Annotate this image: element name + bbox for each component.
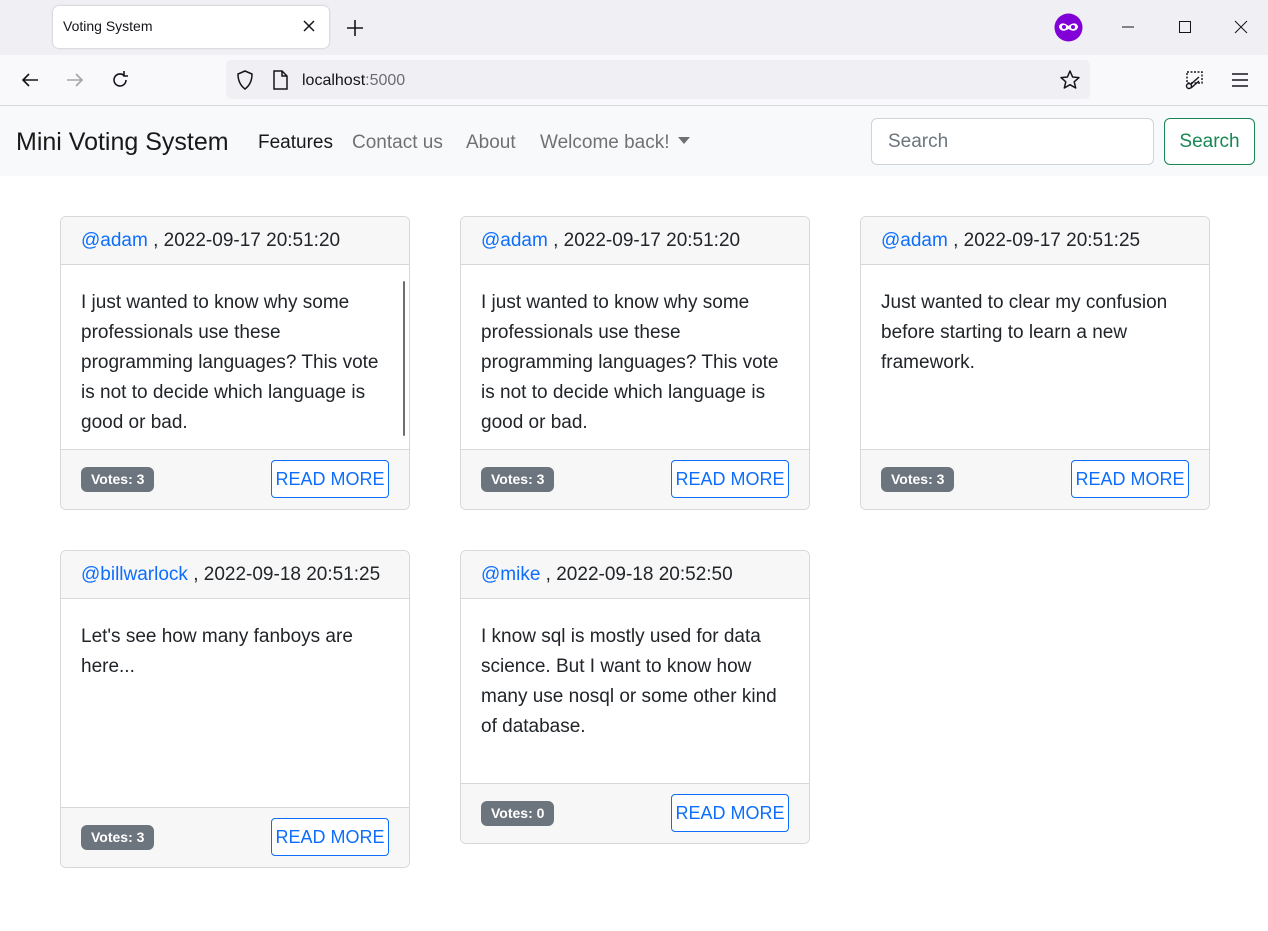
card-header: @mike , 2022-09-18 20:52:50 xyxy=(461,551,809,599)
reload-icon[interactable] xyxy=(109,69,131,91)
browser-toolbar: localhost:5000 xyxy=(0,55,1268,106)
card-footer: Votes: 0 READ MORE xyxy=(461,783,809,843)
poll-description: Let's see how many fanboys are here... xyxy=(81,626,353,677)
url-text[interactable]: localhost:5000 xyxy=(302,72,405,90)
tab-title: Voting System xyxy=(63,18,153,34)
poll-description: I just wanted to know why some professio… xyxy=(481,292,779,433)
votes-badge: Votes: 3 xyxy=(881,467,955,492)
card-footer: Votes: 3 READ MORE xyxy=(61,807,409,867)
poll-card: @mike , 2022-09-18 20:52:50 I know sql i… xyxy=(460,550,810,844)
poll-card: @adam , 2022-09-17 20:51:20 I just wante… xyxy=(60,216,410,510)
card-body: I just wanted to know why some professio… xyxy=(461,265,809,438)
poll-description: I know sql is mostly used for data scien… xyxy=(481,626,777,737)
new-tab-icon[interactable] xyxy=(344,17,366,39)
card-footer: Votes: 3 READ MORE xyxy=(61,449,409,509)
shield-icon[interactable] xyxy=(234,69,256,91)
welcome-dropdown[interactable]: Welcome back! xyxy=(540,132,690,154)
read-more-button[interactable]: READ MORE xyxy=(671,794,789,832)
post-timestamp: , 2022-09-18 20:52:50 xyxy=(540,564,733,585)
nav-link-contact-us[interactable]: Contact us xyxy=(352,132,443,154)
poll-description: I just wanted to know why some professio… xyxy=(81,292,379,433)
author-link[interactable]: @billwarlock xyxy=(81,564,188,585)
page-icon[interactable] xyxy=(270,69,290,91)
card-body: Let's see how many fanboys are here... xyxy=(61,599,409,682)
caret-down-icon xyxy=(677,137,690,144)
welcome-label: Welcome back! xyxy=(540,132,670,153)
author-link[interactable]: @mike xyxy=(481,564,540,585)
card-header: @adam , 2022-09-17 20:51:20 xyxy=(61,217,409,265)
read-more-button[interactable]: READ MORE xyxy=(671,460,789,498)
author-link[interactable]: @adam xyxy=(881,230,948,251)
card-header: @adam , 2022-09-17 20:51:25 xyxy=(861,217,1209,265)
votes-badge: Votes: 0 xyxy=(481,801,555,826)
post-timestamp: , 2022-09-17 20:51:20 xyxy=(547,230,741,251)
screenshot-tool-icon[interactable] xyxy=(1183,69,1205,91)
site-navbar: Mini Voting System Features Contact us A… xyxy=(0,106,1268,176)
close-window-icon[interactable] xyxy=(1231,17,1251,37)
search-button[interactable]: Search xyxy=(1164,118,1255,165)
poll-description: Just wanted to clear my confusion before… xyxy=(881,292,1168,373)
card-body: I just wanted to know why some professio… xyxy=(61,265,409,438)
forward-arrow-icon[interactable] xyxy=(64,69,86,91)
poll-card: @adam , 2022-09-17 20:51:20 I just wante… xyxy=(460,216,810,510)
post-timestamp: , 2022-09-17 20:51:20 xyxy=(147,230,341,251)
browser-tab[interactable]: Voting System xyxy=(53,6,329,48)
read-more-button[interactable]: READ MORE xyxy=(271,460,389,498)
poll-card: @billwarlock , 2022-09-18 20:51:25 Let's… xyxy=(60,550,410,868)
minimize-icon[interactable] xyxy=(1118,17,1138,37)
author-link[interactable]: @adam xyxy=(481,230,548,251)
card-header: @adam , 2022-09-17 20:51:20 xyxy=(461,217,809,265)
scrollbar[interactable] xyxy=(403,281,405,436)
private-browsing-icon[interactable] xyxy=(1053,12,1084,43)
votes-badge: Votes: 3 xyxy=(481,467,555,492)
card-body: Just wanted to clear my confusion before… xyxy=(861,265,1209,378)
bookmark-star-icon[interactable] xyxy=(1059,69,1081,91)
back-arrow-icon[interactable] xyxy=(19,69,41,91)
post-timestamp: , 2022-09-17 20:51:25 xyxy=(947,230,1141,251)
read-more-button[interactable]: READ MORE xyxy=(1071,460,1189,498)
browser-tab-strip: Voting System xyxy=(0,0,1268,55)
author-link[interactable]: @adam xyxy=(81,230,148,251)
url-port: :5000 xyxy=(365,72,406,89)
url-host: localhost xyxy=(302,72,366,89)
card-footer: Votes: 3 READ MORE xyxy=(461,449,809,509)
address-bar[interactable]: localhost:5000 xyxy=(226,60,1090,99)
card-footer: Votes: 3 READ MORE xyxy=(861,449,1209,509)
maximize-icon[interactable] xyxy=(1175,17,1195,37)
card-header: @billwarlock , 2022-09-18 20:51:25 xyxy=(61,551,409,599)
votes-badge: Votes: 3 xyxy=(81,467,155,492)
card-body: I know sql is mostly used for data scien… xyxy=(461,599,809,742)
poll-card: @adam , 2022-09-17 20:51:25 Just wanted … xyxy=(860,216,1210,510)
hamburger-menu-icon[interactable] xyxy=(1229,69,1251,91)
nav-link-about[interactable]: About xyxy=(466,132,516,154)
nav-link-features[interactable]: Features xyxy=(258,132,333,154)
close-tab-icon[interactable] xyxy=(299,16,319,36)
read-more-button[interactable]: READ MORE xyxy=(271,818,389,856)
votes-badge: Votes: 3 xyxy=(81,825,155,850)
site-brand[interactable]: Mini Voting System xyxy=(16,128,229,157)
search-input[interactable] xyxy=(871,118,1154,165)
post-timestamp: , 2022-09-18 20:51:25 xyxy=(187,564,381,585)
